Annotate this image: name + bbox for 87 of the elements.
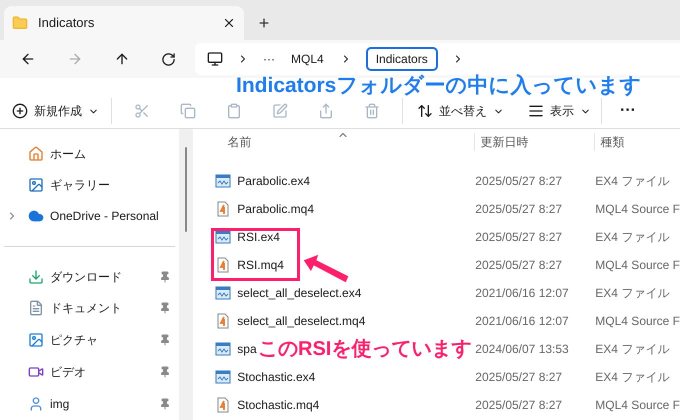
paste-icon[interactable]: [226, 103, 242, 119]
modified-date: 2025/05/27 8:27: [475, 229, 564, 246]
file-name: Parabolic.mq4: [237, 201, 314, 218]
file-name: spa: [237, 341, 257, 358]
folder-tab[interactable]: Indicators: [4, 6, 244, 40]
new-tab-button[interactable]: +: [244, 6, 284, 40]
picture-icon: [28, 332, 44, 348]
executable-file-icon: [215, 341, 232, 357]
annotation-text: このRSIを使っています: [258, 337, 472, 361]
gallery-icon: [28, 177, 44, 194]
refresh-icon[interactable]: [160, 52, 176, 66]
new-button[interactable]: 新規作成: [0, 98, 112, 124]
scrollbar-thumb[interactable]: [185, 147, 188, 232]
file-name: Stochastic.ex4: [237, 369, 316, 386]
file-type: EX4 ファイル: [595, 341, 670, 358]
file-name: Parabolic.ex4: [237, 173, 310, 190]
sidebar-item[interactable]: ダウンロード: [0, 260, 179, 292]
executable-file-icon: [215, 173, 232, 189]
arrow-icon: [302, 252, 350, 284]
cut-icon[interactable]: [134, 103, 150, 119]
view-button[interactable]: 表示: [518, 98, 602, 124]
breadcrumb-item[interactable]: Indicators: [366, 47, 438, 71]
file-type: MQL4 Source F: [595, 201, 680, 218]
back-icon[interactable]: [20, 51, 36, 67]
file-type: EX4 ファイル: [595, 369, 670, 386]
annotation-text: Indicatorsフォルダーの中に入っています: [236, 74, 642, 98]
plus-icon: [12, 103, 28, 119]
document-icon: [28, 300, 44, 316]
sidebar-item[interactable]: ホーム: [0, 139, 179, 170]
cloud-icon: [28, 208, 44, 224]
computer-icon: [207, 51, 223, 67]
source-file-icon: [215, 397, 232, 413]
pin-icon: [158, 334, 171, 346]
modified-date: 2025/05/27 8:27: [475, 397, 564, 414]
sidebar-item[interactable]: ギャラリー: [0, 170, 179, 201]
executable-file-icon: [215, 229, 232, 245]
file-name: select_all_deselect.ex4: [237, 285, 362, 302]
executable-file-icon: [215, 285, 232, 301]
modified-date: 2025/05/27 8:27: [475, 173, 564, 190]
column-header[interactable]: 更新日時: [475, 133, 596, 151]
share-icon[interactable]: [318, 103, 334, 119]
pin-icon: [158, 302, 171, 314]
lines-icon: [528, 103, 544, 119]
column-header[interactable]: 種類: [595, 133, 624, 151]
modified-date: 2021/06/16 12:07: [475, 285, 570, 302]
up-icon[interactable]: [114, 51, 130, 67]
file-name: RSI.ex4: [237, 229, 280, 246]
home-icon: [28, 146, 44, 162]
sidebar-item[interactable]: OneDrive - Personal: [0, 200, 179, 232]
executable-file-icon: [215, 369, 232, 385]
delete-icon[interactable]: [364, 103, 380, 119]
sort-icon: [417, 103, 433, 119]
file-type: EX4 ファイル: [595, 229, 670, 246]
more-button[interactable]: ···: [602, 98, 654, 124]
breadcrumb-item[interactable]: MQL4: [289, 50, 326, 68]
sidebar-item[interactable]: ビデオ: [0, 356, 179, 388]
modified-date: 2021/06/16 12:07: [475, 313, 570, 330]
modified-date: 2025/05/27 8:27: [475, 369, 564, 386]
file-type: MQL4 Source F: [595, 257, 680, 274]
file-name: select_all_deselect.mq4: [237, 313, 366, 330]
pin-icon: [158, 398, 171, 410]
file-name: RSI.mq4: [237, 257, 284, 274]
download-icon: [28, 268, 44, 285]
modified-date: 2024/06/07 13:53: [475, 341, 570, 358]
modified-date: 2025/05/27 8:27: [475, 201, 564, 218]
file-type: EX4 ファイル: [595, 285, 670, 302]
file-type: MQL4 Source F: [595, 313, 680, 330]
rename-icon[interactable]: [272, 103, 288, 119]
sort-button[interactable]: 並べ替え: [403, 98, 518, 124]
source-file-icon: [215, 201, 232, 217]
source-file-icon: [215, 257, 232, 273]
pin-icon: [158, 366, 171, 378]
address-bar[interactable]: ··· MQL4 Indicators: [195, 43, 680, 75]
forward-icon[interactable]: [66, 51, 82, 67]
sidebar-item[interactable]: img: [0, 388, 179, 420]
sidebar-item[interactable]: ピクチャ: [0, 324, 179, 356]
pin-icon: [158, 270, 171, 283]
close-icon[interactable]: [222, 16, 236, 30]
file-name: Stochastic.mq4: [237, 397, 320, 414]
sidebar-item[interactable]: ドキュメント: [0, 292, 179, 324]
file-type: MQL4 Source F: [595, 397, 680, 414]
ellipsis-button[interactable]: ···: [263, 50, 275, 68]
copy-icon[interactable]: [180, 103, 196, 119]
column-header[interactable]: 名前: [193, 133, 476, 151]
modified-date: 2025/05/27 8:27: [475, 257, 564, 274]
file-type: EX4 ファイル: [595, 173, 670, 190]
source-file-icon: [215, 313, 232, 329]
